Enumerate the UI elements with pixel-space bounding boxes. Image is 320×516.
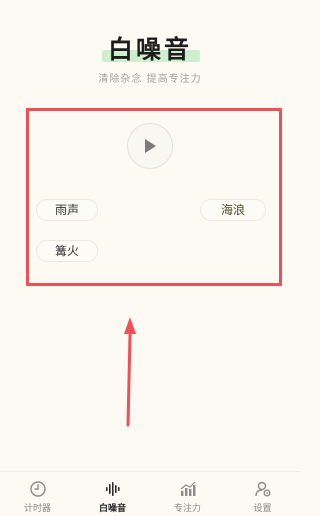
- user-settings-icon: [254, 481, 270, 497]
- tab-bar: 计时器 白噪音 专注力 设置: [0, 471, 300, 516]
- tab-label-settings: 设置: [253, 504, 272, 514]
- soundwave-icon: [105, 482, 120, 496]
- tab-label-focus: 专注力: [173, 504, 201, 514]
- clock-icon: [29, 481, 46, 497]
- tab-label-timer: 计时器: [23, 504, 51, 514]
- tab-settings[interactable]: 设置: [225, 472, 300, 516]
- tab-white-noise[interactable]: 白噪音: [75, 472, 150, 516]
- tab-timer[interactable]: 计时器: [0, 472, 75, 516]
- tab-label-white-noise: 白噪音: [98, 504, 126, 514]
- chart-icon: [180, 481, 195, 496]
- page-title: 白噪音: [107, 35, 192, 64]
- tab-focus[interactable]: 专注力: [150, 472, 225, 516]
- annotation-arrow: [124, 317, 136, 427]
